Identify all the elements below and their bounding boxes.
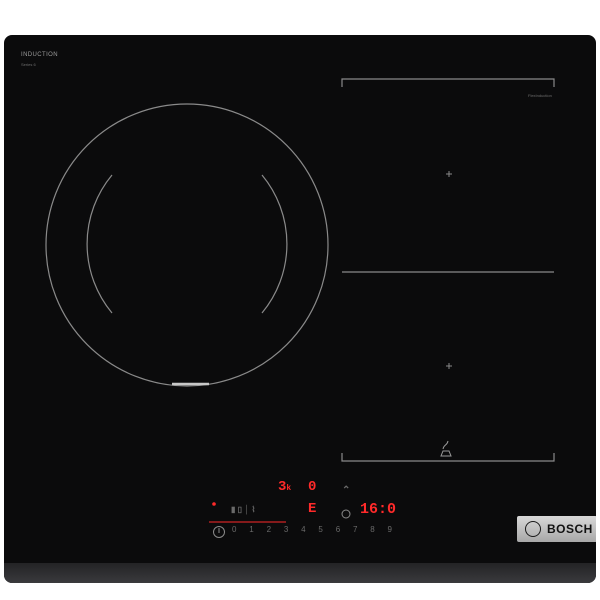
slider-mark[interactable]: 6 <box>336 525 340 537</box>
timer-display: 16:0 <box>360 501 397 518</box>
flex-zone-label: FlexInduction <box>528 93 552 98</box>
cooktop-markings <box>45 78 555 538</box>
slider-mark[interactable]: 8 <box>370 525 374 537</box>
hob-front-edge <box>4 563 596 583</box>
timer-icon <box>341 509 351 519</box>
brand-logo-plate: BOSCH <box>517 516 596 542</box>
round-zone-inner-left-arc <box>86 174 113 314</box>
pan-icon <box>440 440 452 457</box>
slider-mark[interactable]: 7 <box>353 525 357 537</box>
slider-mark[interactable]: 5 <box>318 525 322 537</box>
brand-logo-text: BOSCH <box>547 522 593 536</box>
slider-mark[interactable]: 3 <box>284 525 288 537</box>
zone-level-right-display: 0 <box>308 479 317 495</box>
zone-level-display: 3k <box>278 479 292 495</box>
wifi-icon[interactable]: ⌃ <box>342 485 350 496</box>
bosch-logo-icon <box>525 521 541 537</box>
round-zone-inner-right-arc <box>261 174 288 314</box>
flex-zone-bottom-bracket <box>341 453 555 462</box>
slider-mark[interactable]: 1 <box>249 525 253 537</box>
round-zone-outer <box>45 103 329 387</box>
slider-mark[interactable]: 9 <box>388 525 392 537</box>
flex-zone-center-mark-lower <box>446 363 452 369</box>
lock-icon[interactable]: ▮ ▯ │ ⌇ <box>231 505 255 514</box>
zone-indicator-dot <box>212 502 216 506</box>
slider-mark[interactable]: 2 <box>267 525 271 537</box>
flex-zone-center-mark-upper <box>446 171 452 177</box>
slider-mark[interactable]: 0 <box>232 525 236 537</box>
flex-zone-top-bracket <box>341 78 555 87</box>
timer-digit-display: E <box>308 501 317 517</box>
power-level-slider[interactable]: 0 1 2 3 4 5 6 7 8 9 <box>232 525 392 537</box>
slider-mark[interactable]: 4 <box>301 525 305 537</box>
induction-cooktop: INDUCTION Series 6 FlexInduction 3k 0 E … <box>4 35 596 583</box>
